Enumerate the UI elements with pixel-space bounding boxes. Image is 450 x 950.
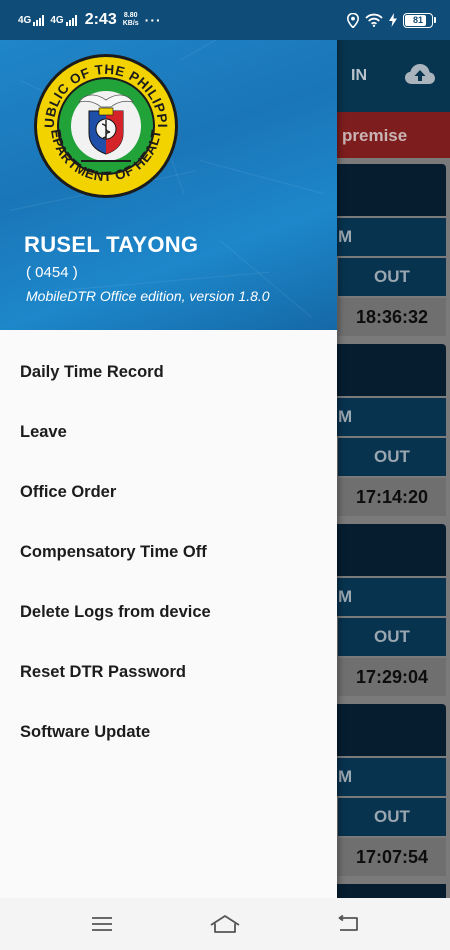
out-label-cell: OUT bbox=[338, 438, 446, 476]
network-type-label: 4G bbox=[18, 14, 32, 26]
period-label: M bbox=[338, 587, 353, 606]
out-label: OUT bbox=[374, 627, 410, 646]
menu-button[interactable] bbox=[82, 909, 122, 939]
out-time: 17:07:54 bbox=[355, 847, 429, 867]
menu-item-daily-time-record[interactable]: Daily Time Record bbox=[0, 342, 337, 402]
out-time-cell: 18:36:32 bbox=[338, 298, 446, 336]
back-icon bbox=[338, 915, 359, 931]
out-time-cell: 17:29:04 bbox=[338, 658, 446, 696]
drawer-header: REPUBLIC OF THE PHILIPPINES DEPARTMENT O… bbox=[0, 40, 337, 330]
out-time-cell: 17:07:54 bbox=[338, 838, 446, 876]
home-icon bbox=[210, 915, 240, 933]
employee-id: ( 0454 ) bbox=[26, 264, 78, 281]
location-icon bbox=[347, 12, 359, 28]
status-bar: 4G 4G 2:43 8.80 KB/s ··· 81 bbox=[0, 0, 450, 40]
app-version-label: MobileDTR Office edition, version 1.8.0 bbox=[26, 288, 270, 304]
menu-item-reset-dtr-password[interactable]: Reset DTR Password bbox=[0, 642, 337, 702]
out-label: OUT bbox=[374, 267, 410, 286]
out-time: 17:29:04 bbox=[355, 667, 429, 687]
signal-1: 4G bbox=[18, 14, 45, 26]
menu-item-delete-logs[interactable]: Delete Logs from device bbox=[0, 582, 337, 642]
period-label: M bbox=[338, 407, 353, 426]
back-button[interactable] bbox=[328, 909, 368, 939]
menu-item-leave[interactable]: Leave bbox=[0, 402, 337, 462]
out-time-cell: 17:14:20 bbox=[338, 478, 446, 516]
out-label-cell: OUT bbox=[338, 618, 446, 656]
drawer-menu: Daily Time Record Leave Office Order Com… bbox=[0, 342, 337, 762]
out-time: 17:14:20 bbox=[355, 487, 429, 507]
user-name: RUSEL TAYONG bbox=[24, 232, 199, 257]
signal-bars-icon bbox=[65, 14, 77, 26]
battery-icon: 81 bbox=[403, 12, 436, 28]
doh-seal-logo: REPUBLIC OF THE PHILIPPINES DEPARTMENT O… bbox=[33, 53, 178, 198]
navigation-drawer: REPUBLIC OF THE PHILIPPINES DEPARTMENT O… bbox=[0, 0, 337, 898]
signal-2: 4G bbox=[50, 14, 77, 26]
menu-item-software-update[interactable]: Software Update bbox=[0, 702, 337, 762]
wifi-icon bbox=[365, 13, 383, 27]
menu-item-compensatory-time-off[interactable]: Compensatory Time Off bbox=[0, 522, 337, 582]
period-label: M bbox=[338, 227, 353, 246]
out-label-cell: OUT bbox=[338, 258, 446, 296]
home-button[interactable] bbox=[205, 909, 245, 939]
out-label: OUT bbox=[374, 807, 410, 826]
battery-level: 81 bbox=[412, 15, 423, 25]
charging-icon bbox=[389, 13, 397, 27]
in-tab[interactable]: IN bbox=[351, 67, 367, 85]
hamburger-icon bbox=[91, 917, 112, 931]
out-label-cell: OUT bbox=[338, 798, 446, 836]
cloud-upload-icon[interactable] bbox=[404, 62, 436, 86]
banner-text: premise bbox=[342, 126, 408, 145]
network-speed: 8.80 KB/s bbox=[123, 12, 139, 28]
speed-value: 8.80 bbox=[123, 12, 138, 19]
speed-unit: KB/s bbox=[122, 20, 139, 27]
out-time: 18:36:32 bbox=[355, 307, 429, 327]
period-label: M bbox=[338, 767, 353, 786]
menu-item-office-order[interactable]: Office Order bbox=[0, 462, 337, 522]
out-label: OUT bbox=[374, 447, 410, 466]
signal-bars-icon bbox=[33, 14, 45, 26]
clock: 2:43 bbox=[84, 11, 117, 28]
more-notifications-icon: ··· bbox=[144, 12, 162, 28]
system-navigation-bar bbox=[0, 898, 450, 950]
network-type-label: 4G bbox=[50, 14, 64, 26]
